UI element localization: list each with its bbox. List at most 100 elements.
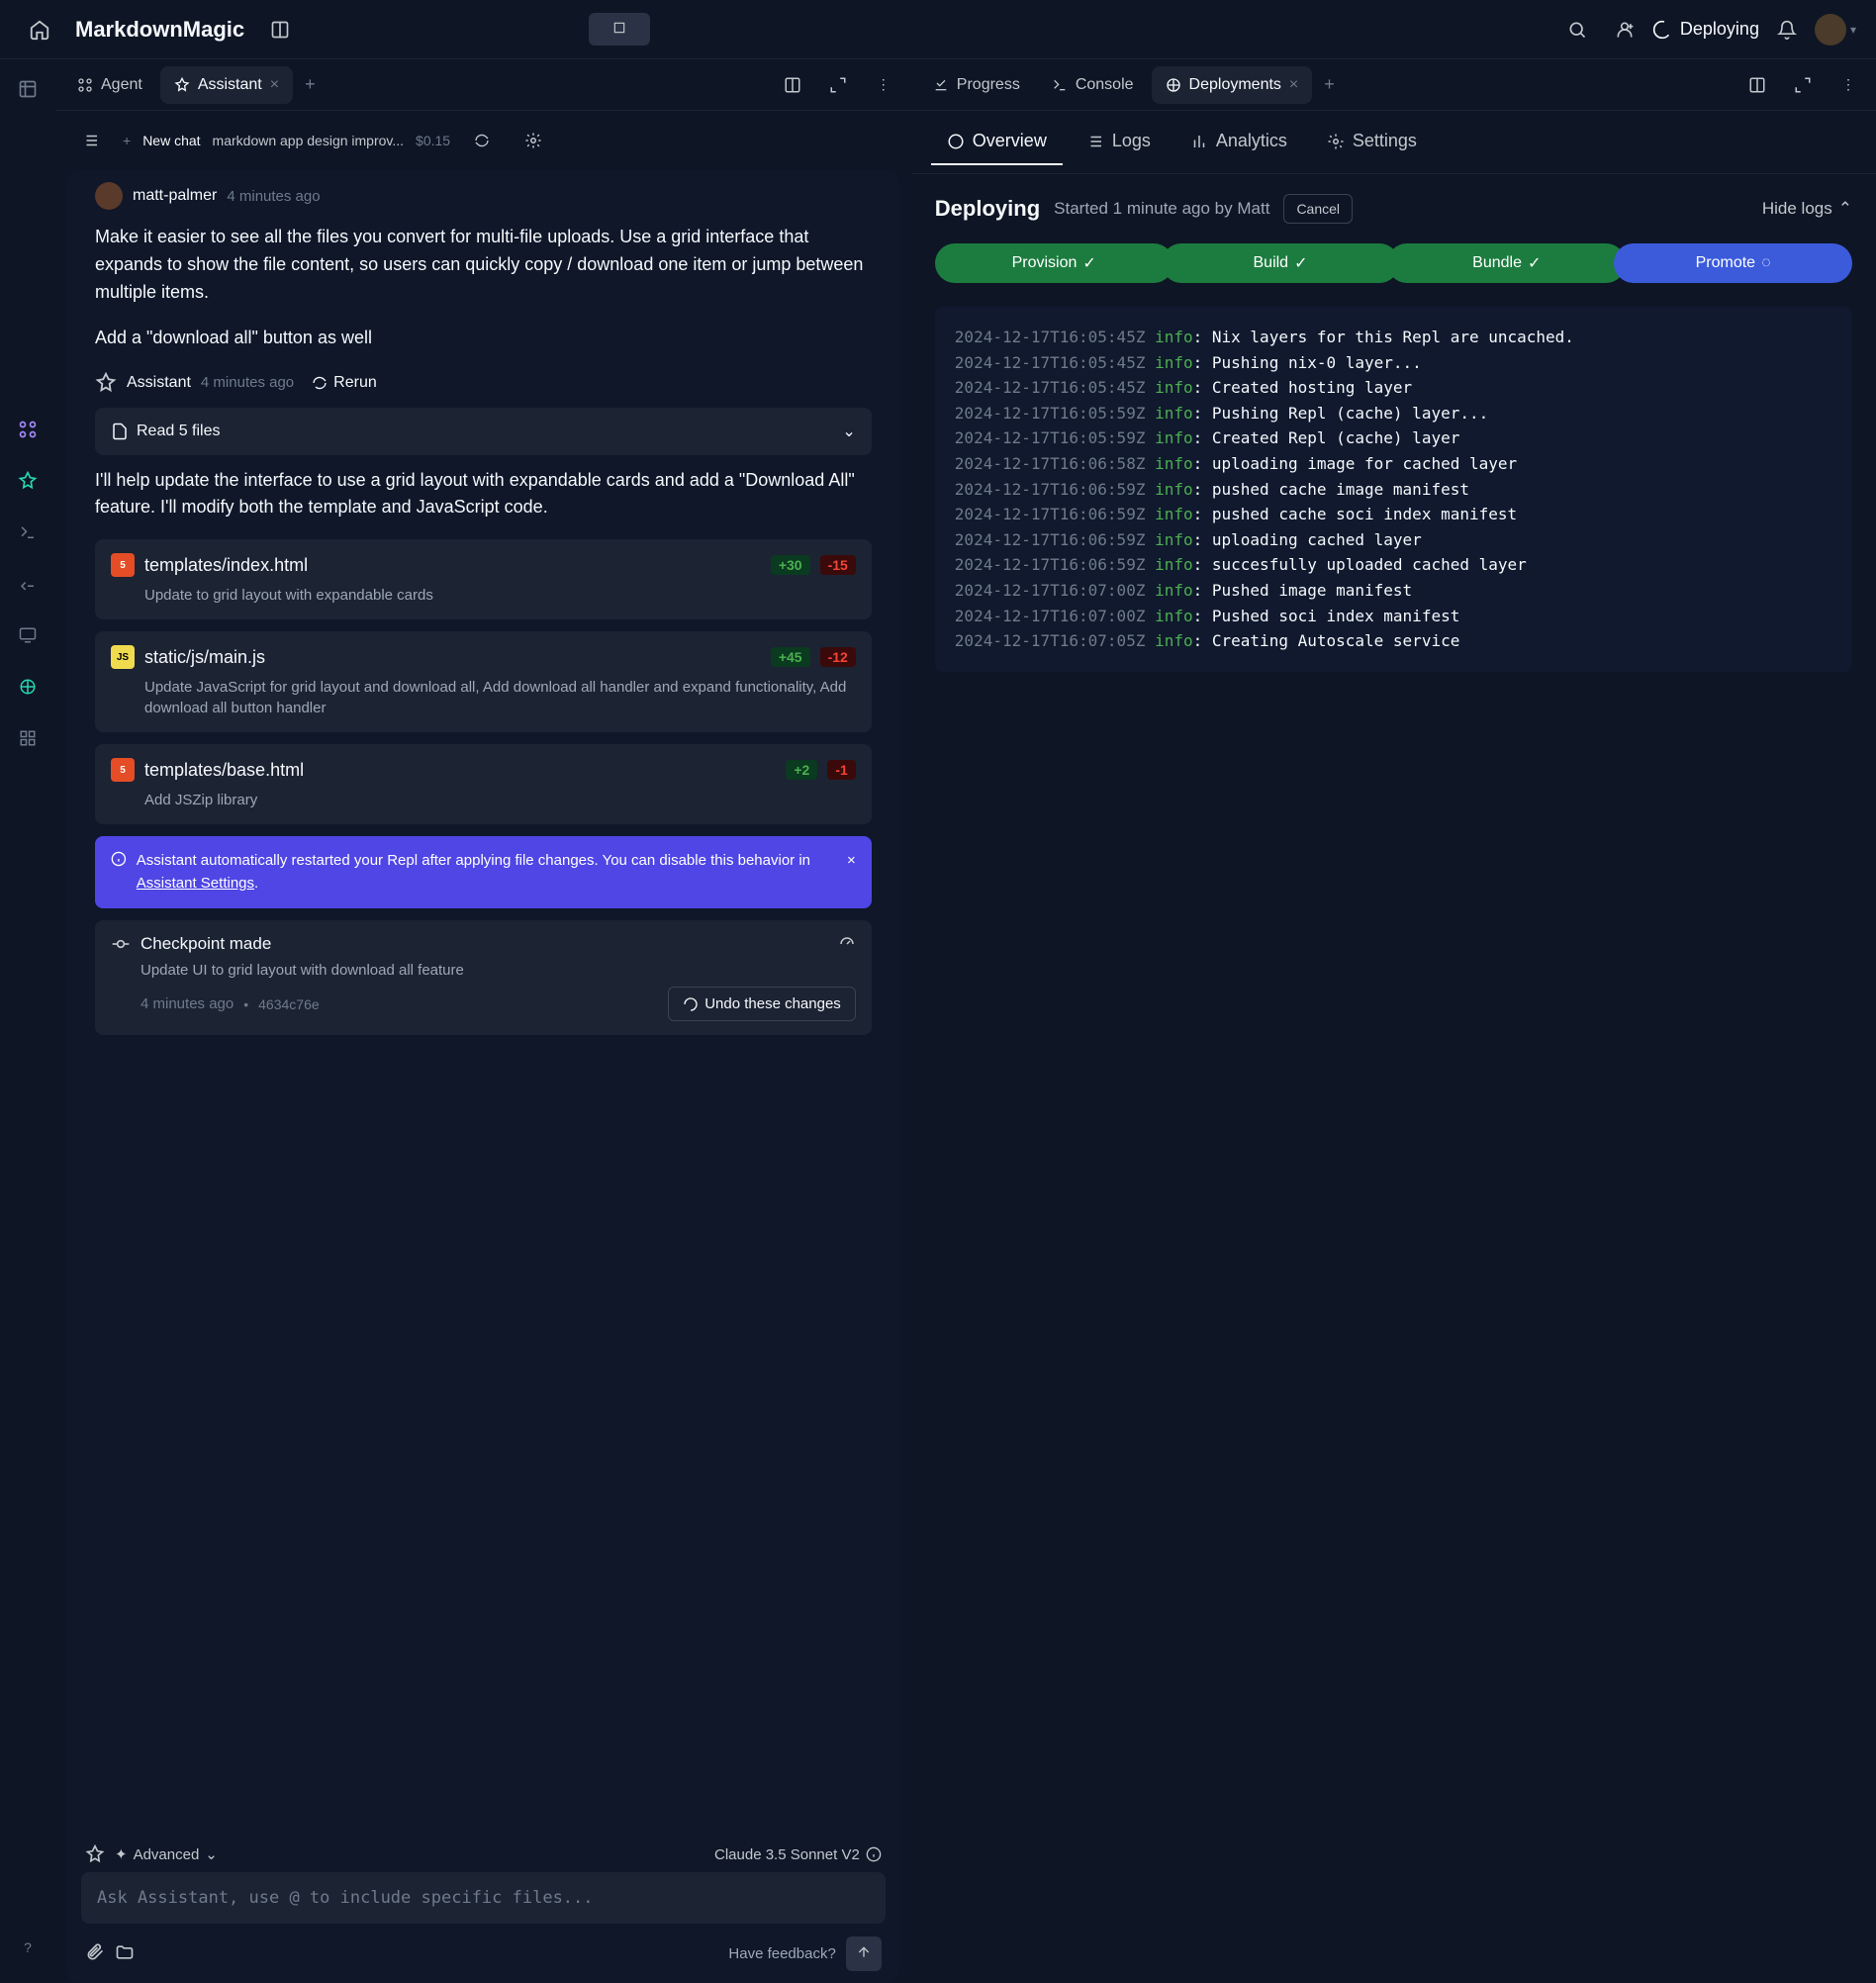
chat-input[interactable]: [81, 1872, 886, 1924]
info-icon: [111, 850, 127, 868]
checkpoint-title: Checkpoint made: [141, 934, 271, 954]
deploy-stages: Provision ✓ Build ✓ Bundle ✓ Promote ◌: [935, 243, 1852, 283]
sidebar-assistant-icon[interactable]: [8, 461, 47, 501]
file-change-card[interactable]: JS static/js/main.js +45 -12 Update Java…: [95, 631, 872, 732]
attachment-icon[interactable]: [85, 1942, 105, 1965]
checkpoint-card: Checkpoint made Update UI to grid layout…: [95, 920, 872, 1035]
sidebar-console-icon[interactable]: [8, 564, 47, 604]
user-avatar-small: [95, 182, 123, 210]
log-line: 2024-12-17T16:06:58Z info: uploading ima…: [955, 451, 1832, 477]
subtab-overview[interactable]: Overview: [931, 119, 1063, 165]
left-tabstrip: Agent Assistant × + ⋮: [55, 59, 911, 111]
tab-progress[interactable]: Progress: [919, 66, 1034, 104]
diff-additions: +30: [771, 555, 810, 575]
titlebar: MarkdownMagic Deploying ▾: [0, 0, 1876, 59]
stage-build: Build ✓: [1162, 243, 1400, 283]
file-icon: [111, 423, 129, 440]
log-line: 2024-12-17T16:06:59Z info: succesfully u…: [955, 552, 1832, 578]
chevron-down-icon[interactable]: ▾: [1850, 23, 1856, 37]
assistant-settings-link[interactable]: Assistant Settings: [137, 875, 254, 892]
subtab-analytics[interactable]: Analytics: [1174, 119, 1303, 165]
username: matt-palmer: [133, 187, 217, 205]
file-change-card[interactable]: 5 templates/index.html +30 -15 Update to…: [95, 539, 872, 619]
help-icon[interactable]: ?: [8, 1928, 47, 1967]
file-change-card[interactable]: 5 templates/base.html +2 -1 Add JSZip li…: [95, 744, 872, 824]
settings-icon[interactable]: [514, 121, 553, 160]
file-type-icon: 5: [111, 553, 135, 577]
home-icon[interactable]: [20, 10, 59, 49]
file-type-icon: 5: [111, 758, 135, 782]
advanced-toggle[interactable]: ✦ Advanced ⌄: [115, 1845, 218, 1863]
log-line: 2024-12-17T16:06:59Z info: pushed cache …: [955, 477, 1832, 503]
file-name: templates/base.html: [144, 760, 776, 781]
new-chat-button[interactable]: New chat: [142, 133, 200, 148]
stop-button[interactable]: [589, 13, 650, 46]
close-icon[interactable]: ×: [270, 76, 279, 94]
chat-cost: $0.15: [416, 133, 450, 148]
diff-additions: +2: [786, 760, 817, 780]
file-name: static/js/main.js: [144, 647, 761, 668]
sidebar: ?: [0, 59, 55, 1983]
hide-logs-button[interactable]: Hide logs ⌃: [1762, 199, 1852, 219]
add-tab-button[interactable]: +: [1316, 66, 1343, 103]
check-icon: ✓: [1082, 253, 1095, 273]
subtab-settings[interactable]: Settings: [1311, 119, 1433, 165]
add-tab-button[interactable]: +: [297, 66, 324, 103]
log-line: 2024-12-17T16:07:05Z info: Creating Auto…: [955, 628, 1832, 654]
subtab-logs[interactable]: Logs: [1071, 119, 1167, 165]
search-icon[interactable]: [1557, 10, 1597, 49]
cancel-button[interactable]: Cancel: [1283, 194, 1353, 224]
log-line: 2024-12-17T16:07:00Z info: Pushed image …: [955, 578, 1832, 604]
model-badge[interactable]: Claude 3.5 Sonnet V2: [714, 1846, 882, 1863]
diff-additions: +45: [771, 647, 810, 667]
rerun-button[interactable]: Rerun: [312, 374, 377, 392]
log-line: 2024-12-17T16:05:59Z info: Pushing Repl …: [955, 401, 1832, 426]
split-icon[interactable]: [773, 65, 812, 105]
chevron-down-icon[interactable]: ⌄: [842, 422, 855, 441]
folder-icon[interactable]: [115, 1942, 135, 1965]
expand-icon[interactable]: [1783, 65, 1823, 105]
chat-body: matt-palmer 4 minutes ago Make it easier…: [67, 170, 899, 1825]
log-line: 2024-12-17T16:05:45Z info: Pushing nix-0…: [955, 350, 1832, 376]
sidebar-agent-icon[interactable]: [8, 410, 47, 449]
stage-bundle: Bundle ✓: [1387, 243, 1626, 283]
feedback-link[interactable]: Have feedback?: [728, 1945, 835, 1962]
split-icon[interactable]: [1737, 65, 1777, 105]
layout-icon[interactable]: [260, 10, 300, 49]
file-type-icon: JS: [111, 645, 135, 669]
list-icon[interactable]: [71, 121, 111, 160]
chat-header: + New chat markdown app design improv...…: [55, 111, 911, 170]
menu-icon[interactable]: ⋮: [864, 65, 903, 105]
tab-deployments[interactable]: Deployments ×: [1152, 66, 1313, 104]
spinner-icon: ◌: [1761, 254, 1771, 272]
sidebar-deploy-icon[interactable]: [8, 667, 47, 707]
timestamp: 4 minutes ago: [227, 188, 320, 205]
sidebar-shell-icon[interactable]: [8, 513, 47, 552]
user-message: Make it easier to see all the files you …: [95, 224, 872, 307]
chat-input-area: ✦ Advanced ⌄ Claude 3.5 Sonnet V2: [67, 1825, 899, 1983]
close-icon[interactable]: ×: [847, 850, 856, 873]
read-files-card[interactable]: Read 5 files ⌄: [95, 408, 872, 455]
gauge-icon[interactable]: [838, 935, 856, 953]
deploy-subtabs: Overview Logs Analytics Settings: [911, 111, 1876, 174]
stage-promote: Promote ◌: [1614, 243, 1852, 283]
check-icon: ✓: [1294, 253, 1307, 273]
menu-icon[interactable]: ⋮: [1829, 65, 1868, 105]
tab-agent[interactable]: Agent: [63, 66, 156, 104]
sidebar-apps-icon[interactable]: [8, 718, 47, 758]
user-message: Add a "download all" button as well: [95, 325, 872, 352]
send-button[interactable]: [846, 1936, 882, 1971]
sidebar-desktop-icon[interactable]: [8, 615, 47, 655]
deploying-status[interactable]: Deploying: [1652, 19, 1759, 40]
tab-console[interactable]: Console: [1038, 66, 1148, 104]
invite-icon[interactable]: [1605, 10, 1644, 49]
bell-icon[interactable]: [1767, 10, 1807, 49]
refresh-icon[interactable]: [462, 121, 502, 160]
tab-assistant[interactable]: Assistant ×: [160, 66, 293, 104]
undo-button[interactable]: Undo these changes: [668, 987, 856, 1021]
user-avatar[interactable]: [1815, 14, 1846, 46]
info-icon: [866, 1846, 882, 1862]
expand-icon[interactable]: [818, 65, 858, 105]
close-icon[interactable]: ×: [1289, 76, 1298, 94]
sidebar-files-icon[interactable]: [8, 69, 47, 109]
